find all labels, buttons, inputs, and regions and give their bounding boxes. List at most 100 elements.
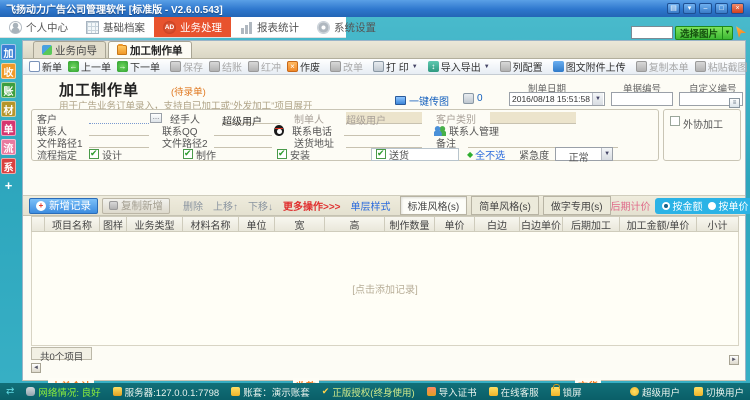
status-bar: ⇄ 网络情况: 良好 服务器:127.0.0.1:7798 账套：演示账套 ✔ 正… xyxy=(0,383,750,400)
next-order-button[interactable]: 下一单 xyxy=(114,60,163,74)
col-white-edge[interactable]: 白边 xyxy=(475,216,520,232)
caret-down-icon[interactable]: ▼ xyxy=(601,148,613,160)
scroll-left-icon[interactable]: ◄ xyxy=(31,363,41,373)
single-layer-style-link[interactable]: 单层样式 xyxy=(351,198,391,213)
uncheck-all-link[interactable]: 全不选 xyxy=(475,147,505,162)
checkbox-checked-icon[interactable] xyxy=(89,148,99,159)
doc-no-input[interactable] xyxy=(611,92,673,106)
switch-user-link[interactable]: 切换用户 xyxy=(693,385,744,399)
style-tab-standard[interactable]: 标准风格(s) xyxy=(399,196,468,215)
col-subtotal[interactable]: 小计 xyxy=(697,216,739,232)
scroll-right-icon[interactable]: ► xyxy=(729,355,739,365)
pricing-mode-switch: 按金额 按单价 xyxy=(654,197,750,214)
new-order-button[interactable]: 新单 xyxy=(26,60,65,74)
form-row-4: 流程指定 设计 制作 安装 送货 ◆ 全不选 紧急度 正常▼ xyxy=(32,147,658,164)
more-operations-link[interactable]: 更多操作>>> xyxy=(283,198,341,213)
sidebar-item-system[interactable]: 系 xyxy=(1,158,16,174)
void-order-button[interactable]: 作废 xyxy=(284,60,323,74)
outsource-checkbox[interactable] xyxy=(670,116,680,126)
handler-value[interactable]: 超级用户 xyxy=(222,113,280,128)
col-white-edge-price[interactable]: 白边单价 xyxy=(520,216,563,232)
menu-personal-center[interactable]: 个人中心 xyxy=(0,17,77,37)
checkbox-checked-icon[interactable] xyxy=(277,148,287,159)
prev-order-button[interactable]: 上一单 xyxy=(65,60,114,74)
process-install-option[interactable]: 安装 xyxy=(277,147,371,162)
col-material[interactable]: 材料名称 xyxy=(183,216,239,232)
sidebar-item-add[interactable]: + xyxy=(1,177,16,193)
move-up-button[interactable]: 上移↑ xyxy=(213,198,238,213)
menu-basic-archives[interactable]: 基础档案 xyxy=(77,17,154,37)
menu-system-settings[interactable]: 系统设置 xyxy=(308,17,385,37)
empty-table-hint[interactable]: [点击添加记录] xyxy=(352,281,418,296)
select-image-button[interactable]: 选择图片 ▼ xyxy=(674,25,733,40)
image-search-input[interactable] xyxy=(630,26,673,39)
customer-picker-button[interactable]: … xyxy=(150,113,162,123)
caret-down-icon[interactable]: ▼ xyxy=(592,93,603,105)
column-config-button[interactable]: 列配置 xyxy=(497,60,546,74)
form-row-1: 客户 … 经手人 超级用户 制单人 超级用户 客户类别 xyxy=(32,112,658,128)
qq-penguin-icon[interactable] xyxy=(274,124,284,136)
sidebar-item-order[interactable]: 单 xyxy=(1,120,16,136)
col-height[interactable]: 高 xyxy=(325,216,385,232)
import-export-button[interactable]: 导入导出▼ xyxy=(425,60,493,74)
radio-icon[interactable] xyxy=(707,201,716,210)
plus-icon: + xyxy=(36,200,46,211)
order-date-combo[interactable]: 2016/08/18 15:51:58 ▼ xyxy=(509,92,605,106)
document-tabs: 业务向导 加工制作单 xyxy=(23,41,745,59)
window-menu-icon[interactable]: ▤ xyxy=(667,3,680,14)
menu-business-processing[interactable]: AD 业务处理 xyxy=(154,17,231,37)
customer-input[interactable] xyxy=(89,113,149,124)
col-processing-amount[interactable]: 加工金额/单价 xyxy=(620,216,697,232)
user-icon xyxy=(629,387,639,396)
tab-business-wizard[interactable]: 业务向导 xyxy=(33,41,106,58)
maximize-button[interactable]: □ xyxy=(715,3,728,14)
one-click-upload-link[interactable]: 一键传图 xyxy=(395,93,449,108)
radio-selected-icon[interactable] xyxy=(661,201,670,210)
checkbox-checked-icon[interactable] xyxy=(376,148,386,159)
phone-input[interactable] xyxy=(344,125,420,136)
import-cert-link[interactable]: 导入证书 xyxy=(426,385,477,399)
sidebar-item-flow[interactable]: 流 xyxy=(1,139,16,155)
process-label: 流程指定 xyxy=(37,150,77,162)
sidebar-item-account[interactable]: 账 xyxy=(1,82,16,98)
col-business-type[interactable]: 业务类型 xyxy=(127,216,183,232)
process-make-option[interactable]: 制作 xyxy=(183,147,277,162)
sidebar-item-receipt[interactable]: 收 xyxy=(1,63,16,79)
lock-screen-link[interactable]: 锁屏 xyxy=(550,384,582,399)
online-service-link[interactable]: 在线客服 xyxy=(488,385,539,399)
menu-report-statistics[interactable]: 报表统计 xyxy=(231,17,308,37)
person-icon xyxy=(9,20,22,34)
col-quantity[interactable]: 制作数量 xyxy=(385,216,435,232)
style-tab-lettering[interactable]: 做字专用(s) xyxy=(542,196,611,215)
minimize-button[interactable]: – xyxy=(699,3,712,14)
tab-work-order[interactable]: 加工制作单 xyxy=(108,41,192,58)
col-pattern[interactable]: 图样 xyxy=(100,216,127,232)
move-down-button[interactable]: 下移↓ xyxy=(248,198,273,213)
contact-input[interactable] xyxy=(89,125,149,136)
style-tab-simple[interactable]: 简单风格(s) xyxy=(471,196,539,215)
checkbox-checked-icon[interactable] xyxy=(183,148,193,159)
add-record-button[interactable]: + 新增记录 xyxy=(29,197,98,214)
by-unit-price-radio[interactable]: 按单价 xyxy=(707,198,749,213)
col-project-name[interactable]: 项目名称 xyxy=(45,216,100,232)
process-delivery-option[interactable]: 送货 xyxy=(371,147,459,162)
close-button[interactable]: × xyxy=(731,3,744,14)
attachment-upload-button[interactable]: 图文附件上传 xyxy=(550,60,629,74)
urgency-select[interactable]: 正常 ▼ xyxy=(555,147,614,164)
col-unit-price[interactable]: 单价 xyxy=(435,216,475,232)
process-design-option[interactable]: 设计 xyxy=(89,147,183,162)
caret-down-icon[interactable]: ▼ xyxy=(722,26,732,39)
col-post-processing[interactable]: 后期加工 xyxy=(563,216,620,232)
col-unit[interactable]: 单位 xyxy=(239,216,275,232)
qq-input[interactable] xyxy=(214,125,272,136)
by-amount-radio[interactable]: 按金额 xyxy=(661,198,703,213)
skin-icon[interactable]: ▾ xyxy=(683,3,696,14)
lock-icon xyxy=(550,384,560,396)
items-table-body[interactable]: [点击添加记录] xyxy=(31,232,739,346)
sidebar-item-processing[interactable]: 加 xyxy=(1,44,16,60)
sidebar-item-material[interactable]: 材 xyxy=(1,101,16,117)
col-width[interactable]: 宽 xyxy=(275,216,325,232)
print-button[interactable]: 打 印 ▼ xyxy=(370,60,421,74)
collapse-icon[interactable]: ≡ xyxy=(729,98,740,108)
item-count-tab[interactable]: 共0个项目 xyxy=(31,347,93,363)
